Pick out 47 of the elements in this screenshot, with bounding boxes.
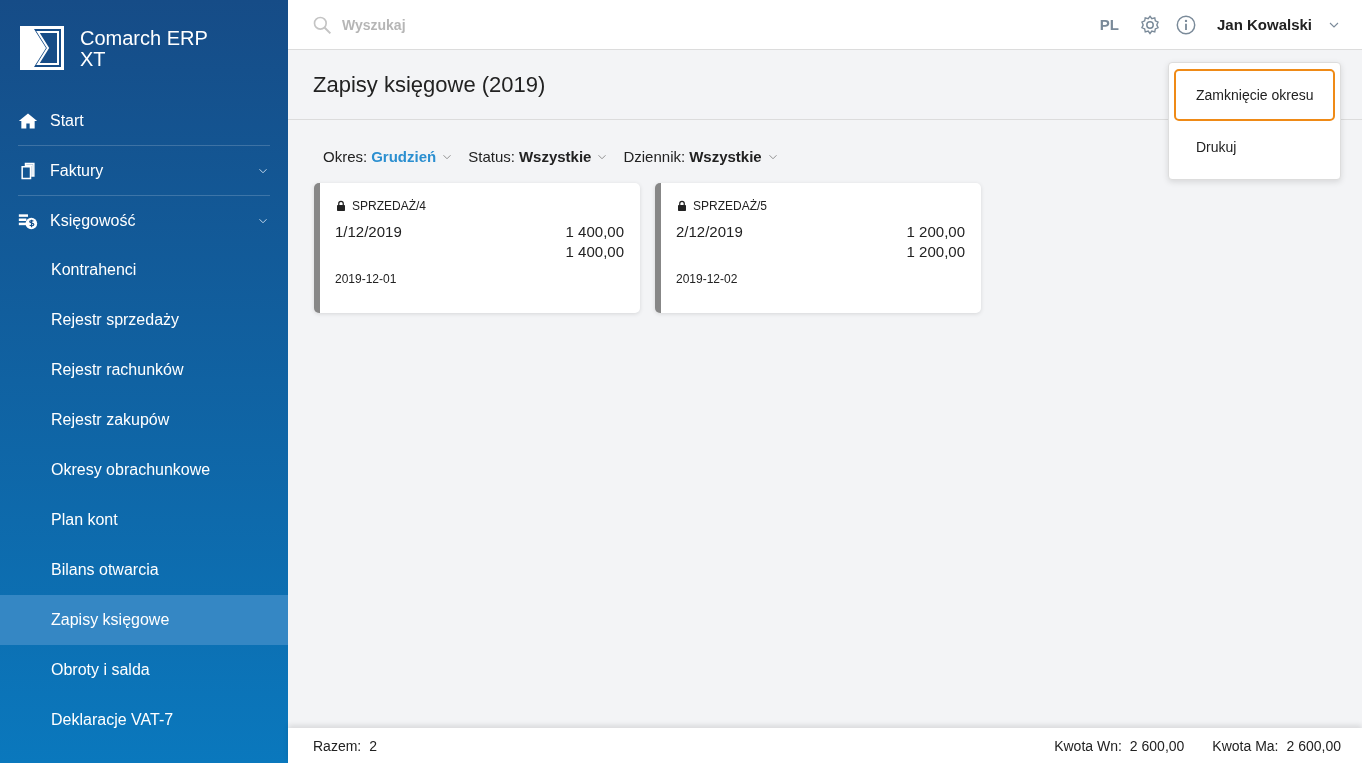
entry-number: 1/12/2019 — [335, 223, 402, 242]
search-field[interactable]: Wyszukaj — [340, 15, 544, 34]
debit-total: 2 600,00 — [1129, 737, 1185, 754]
filter-label: Dziennik: — [623, 148, 686, 165]
entry-number: 2/12/2019 — [676, 223, 743, 242]
menu-item[interactable]: Drukuj — [1174, 121, 1335, 173]
credit-total-label: Kwota Ma: — [1212, 737, 1279, 754]
sidebar-subitem[interactable]: Rejestr zakupów — [0, 395, 288, 445]
menu-item[interactable]: Zamknięcie okresu — [1174, 69, 1335, 121]
credit-amount: 1 200,00 — [906, 243, 965, 260]
sidebar-subitem[interactable]: Plan kont — [0, 495, 288, 545]
documents-icon — [18, 160, 38, 181]
sidebar-item[interactable]: Faktury — [18, 146, 270, 196]
filter-dropdown[interactable]: Wszystkie — [689, 148, 762, 165]
total-label: Razem: — [313, 737, 362, 754]
sidebar-subitem[interactable]: Zapisy księgowe — [0, 595, 288, 645]
journal-number: SPRZEDAŻ/4 — [352, 199, 426, 213]
sidebar-subitem[interactable]: Rejestr sprzedaży — [0, 295, 288, 345]
filter-dropdown[interactable]: Wszystkie — [518, 148, 592, 165]
sidebar-subitem[interactable]: Bilans otwarcia — [0, 545, 288, 595]
entry-date: 2019-12-02 — [676, 272, 739, 286]
credit-amount: 1 400,00 — [565, 243, 624, 260]
total-count: 2 — [369, 737, 378, 754]
filter-label: Status: — [468, 148, 515, 165]
user-name[interactable]: Jan Kowalski — [1216, 16, 1312, 33]
entry-date: 2019-12-01 — [335, 272, 398, 286]
journal-entry-card[interactable]: SPRZEDAŻ/5 2/12/2019 1 200,00 1 200,00 2019-12-02 — [655, 183, 981, 313]
sidebar-subitem[interactable]: Obroty i salda — [0, 645, 288, 695]
language-selector[interactable]: PL — [1099, 16, 1119, 33]
sidebar-item[interactable]: Księgowość — [18, 196, 270, 245]
journal-entry-card[interactable]: SPRZEDAŻ/4 1/12/2019 1 400,00 1 400,00 2019-12-01 — [314, 183, 640, 313]
sidebar-subitem[interactable]: Deklaracje VAT-7 — [0, 695, 288, 745]
credit-total: 2 600,00 — [1286, 737, 1341, 754]
debit-amount: 1 200,00 — [906, 223, 965, 240]
sidebar-subitem[interactable]: Rejestr rachunków — [0, 345, 288, 395]
journal-number: SPRZEDAŻ/5 — [693, 199, 767, 213]
settings-icon[interactable] — [1138, 13, 1161, 36]
logo-icon — [18, 24, 66, 72]
filter-label: Okres: — [323, 148, 368, 165]
search-icon — [312, 14, 332, 35]
sidebar-item[interactable]: Start — [18, 96, 270, 146]
info-icon[interactable] — [1174, 13, 1197, 36]
app-name: Comarch ERP XT — [80, 28, 208, 72]
debit-amount: 1 400,00 — [565, 223, 624, 240]
sidebar-subitem[interactable]: Okresy obrachunkowe — [0, 445, 288, 495]
debit-total-label: Kwota Wn: — [1054, 737, 1122, 754]
sidebar-subitem[interactable]: Kontrahenci — [0, 245, 288, 295]
